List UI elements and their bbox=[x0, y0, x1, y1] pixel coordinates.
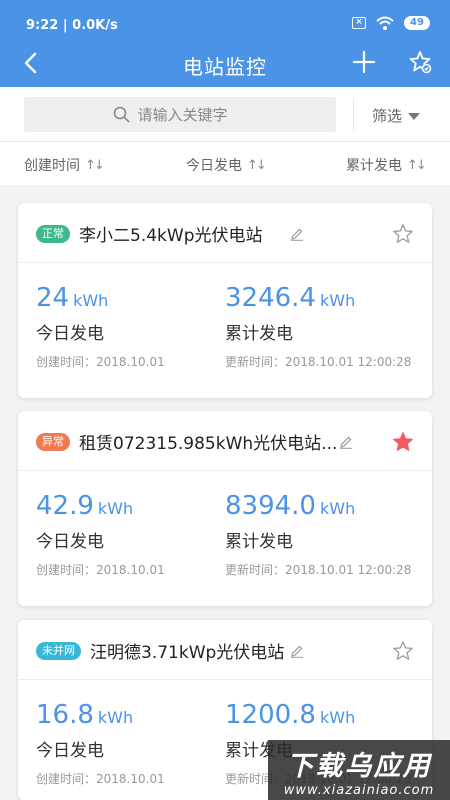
search-icon bbox=[113, 106, 129, 123]
edit-icon[interactable] bbox=[290, 644, 304, 658]
station-card-header: 正常 李小二5.4kWp光伏电站 bbox=[18, 203, 432, 263]
search-input[interactable] bbox=[137, 105, 248, 124]
favorites-button[interactable] bbox=[408, 50, 432, 74]
status-icons: × 49 bbox=[352, 16, 430, 30]
status-badge: 未并网 bbox=[36, 642, 81, 660]
total-value: 1200.8 kWh bbox=[225, 700, 356, 730]
today-generation: 42.9 kWh 今日发电 创建时间：2018.10.01 bbox=[36, 491, 165, 578]
station-card-header: 异常 租赁072315.985kWh光伏电站... bbox=[18, 411, 432, 471]
sort-total-generation[interactable]: 累计发电 ↑↓ bbox=[346, 155, 427, 175]
station-card-body: 24 kWh 今日发电 创建时间：2018.10.01 3246.4 kWh 累计发… bbox=[18, 263, 432, 398]
sort-created-time[interactable]: 创建时间 ↑↓ bbox=[24, 155, 105, 175]
today-value: 42.9 kWh bbox=[36, 491, 134, 521]
station-card-header: 未并网 汪明德3.71kWp光伏电站 bbox=[18, 620, 432, 680]
sort-today-generation[interactable]: 今日发电 ↑↓ bbox=[186, 155, 267, 175]
favorite-star-icon[interactable] bbox=[392, 431, 414, 453]
app-header: 9:22 | 0.0K/s × 49 电站监控 bbox=[0, 0, 450, 87]
watermark-title: 下载乌应用 bbox=[286, 751, 432, 782]
filter-button[interactable]: 筛选 bbox=[372, 105, 421, 126]
sort-arrows-icon: ↑↓ bbox=[247, 157, 267, 173]
search-box[interactable] bbox=[24, 97, 336, 132]
sort-label: 今日发电 bbox=[186, 158, 242, 174]
wifi-icon bbox=[376, 16, 394, 30]
status-badge: 正常 bbox=[36, 225, 70, 243]
sim-off-icon: × bbox=[352, 17, 366, 29]
created-time: 创建时间：2018.10.01 bbox=[36, 355, 165, 369]
search-divider bbox=[353, 99, 354, 131]
sort-arrows-icon: ↑↓ bbox=[407, 157, 427, 173]
total-label: 累计发电 bbox=[225, 532, 293, 552]
station-card[interactable]: 异常 租赁072315.985kWh光伏电站... 42.9 kWh 今日发电 创… bbox=[18, 411, 432, 606]
station-name: 汪明德3.71kWp光伏电站 bbox=[90, 643, 285, 663]
search-bar: 筛选 bbox=[0, 87, 450, 142]
updated-time: 更新时间：2018.10.01 12:00:28 bbox=[225, 563, 412, 577]
station-card[interactable]: 正常 李小二5.4kWp光伏电站 24 kWh 今日发电 创建时间：2018.10… bbox=[18, 203, 432, 398]
battery-indicator: 49 bbox=[404, 16, 430, 30]
edit-icon[interactable] bbox=[339, 435, 353, 449]
created-time: 创建时间：2018.10.01 bbox=[36, 772, 165, 786]
station-card-body: 42.9 kWh 今日发电 创建时间：2018.10.01 8394.0 kWh 累… bbox=[18, 471, 432, 606]
caret-down-icon bbox=[408, 113, 421, 120]
created-time: 创建时间：2018.10.01 bbox=[36, 563, 165, 577]
sort-label: 创建时间 bbox=[24, 158, 80, 174]
station-name: 租赁072315.985kWh光伏电站... bbox=[79, 434, 338, 454]
favorite-star-icon[interactable] bbox=[392, 223, 414, 245]
updated-time: 更新时间：2018.10.01 12:00:28 bbox=[225, 355, 412, 369]
page-title: 电站监控 bbox=[183, 55, 267, 79]
nav-bar: 电站监控 bbox=[0, 36, 450, 86]
today-generation: 16.8 kWh 今日发电 创建时间：2018.10.01 bbox=[36, 700, 165, 787]
status-badge: 异常 bbox=[36, 433, 70, 451]
today-generation: 24 kWh 今日发电 创建时间：2018.10.01 bbox=[36, 283, 165, 370]
status-time: 9:22 | 0.0K/s bbox=[26, 18, 118, 33]
sort-arrows-icon: ↑↓ bbox=[85, 157, 105, 173]
sort-bar: 创建时间 ↑↓ 今日发电 ↑↓ 累计发电 ↑↓ bbox=[0, 142, 450, 185]
today-label: 今日发电 bbox=[36, 324, 104, 344]
today-value: 16.8 kWh bbox=[36, 700, 134, 730]
today-label: 今日发电 bbox=[36, 532, 104, 552]
total-value: 8394.0 kWh bbox=[225, 491, 356, 521]
watermark-url: www.xiazainiao.com bbox=[283, 783, 435, 798]
station-name: 李小二5.4kWp光伏电站 bbox=[79, 226, 263, 246]
favorite-star-icon[interactable] bbox=[392, 640, 414, 662]
total-label: 累计发电 bbox=[225, 324, 293, 344]
today-label: 今日发电 bbox=[36, 741, 104, 761]
today-value: 24 kWh bbox=[36, 283, 109, 313]
watermark: 下载乌应用 www.xiazainiao.com bbox=[268, 740, 450, 800]
total-value: 3246.4 kWh bbox=[225, 283, 356, 313]
total-generation: 3246.4 kWh 累计发电 更新时间：2018.10.01 12:00:28 bbox=[225, 283, 411, 370]
filter-label: 筛选 bbox=[372, 107, 403, 125]
total-generation: 8394.0 kWh 累计发电 更新时间：2018.10.01 12:00:28 bbox=[225, 491, 411, 578]
status-bar: 9:22 | 0.0K/s × 49 bbox=[0, 0, 450, 33]
add-station-button[interactable] bbox=[353, 51, 375, 73]
edit-icon[interactable] bbox=[290, 227, 304, 241]
sort-label: 累计发电 bbox=[346, 158, 402, 174]
